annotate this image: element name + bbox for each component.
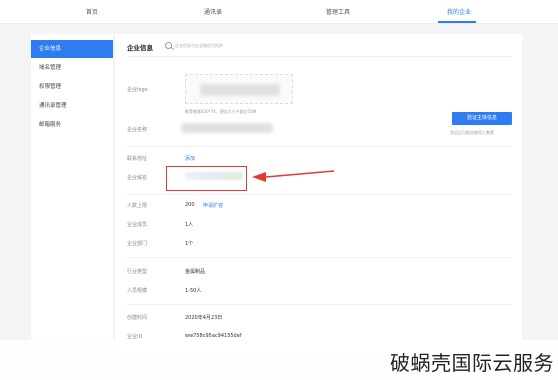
divider: [127, 304, 512, 305]
arrow-icon: [252, 170, 335, 182]
corpid-value: ww758c95ac94155def: [185, 333, 242, 339]
nav-home[interactable]: 首页: [86, 7, 98, 16]
logo-upload[interactable]: [185, 74, 293, 104]
scale-value: 1-50人: [185, 288, 202, 294]
sidebar-item-mail-service[interactable]: 邮箱服务: [31, 116, 113, 134]
section-title: 企业信息: [127, 44, 153, 52]
depts-value: 1个: [185, 241, 194, 247]
nav-admin-tools[interactable]: 管理工具: [326, 7, 350, 16]
industry-label: 行业类型: [127, 269, 148, 275]
nav-my-company[interactable]: 我的企业: [447, 7, 471, 16]
verify-hint: 验证后可报告使用人数等: [450, 130, 494, 135]
members-value: 1人: [185, 222, 194, 228]
divider: [127, 194, 512, 195]
company-name-value: [181, 123, 273, 133]
main-panel: 企业信息 企业信息与企业微信可同步 企业logo 推荐像素430*74，建议大小…: [115, 34, 522, 354]
apply-expand-link[interactable]: 申请扩容: [203, 202, 223, 209]
verify-entity-button[interactable]: 验证主体信息: [452, 112, 512, 125]
top-nav: 首页 通讯录 管理工具 我的企业: [0, 0, 558, 24]
sidebar-item-company-info[interactable]: 企业信息: [31, 40, 113, 58]
highlight-box: [166, 166, 247, 191]
scale-label: 人员规模: [127, 288, 148, 294]
search-hint: 企业信息与企业微信可同步: [175, 43, 223, 48]
created-value: 2020年4月23日: [185, 315, 223, 321]
nav-contacts[interactable]: 通讯录: [204, 7, 222, 16]
domain-label: 企业域名: [127, 175, 148, 181]
sidebar-item-domain[interactable]: 域名管理: [31, 59, 113, 77]
name-label: 企业名称: [127, 127, 148, 133]
watermark-banner: 破蜗壳国际云服务: [0, 340, 558, 380]
divider: [127, 257, 512, 258]
sidebar-item-permissions[interactable]: 权限管理: [31, 78, 113, 96]
search-icon[interactable]: [165, 42, 172, 49]
corpid-label: 企业ID: [127, 334, 143, 340]
depts-label: 企业部门: [127, 241, 148, 247]
logo-image: [200, 84, 280, 96]
sidebar: 企业信息 域名管理 权限管理 通讯录管理 邮箱服务: [31, 34, 113, 340]
title-divider: [127, 56, 512, 57]
logo-label: 企业logo: [127, 87, 148, 93]
watermark-text: 破蜗壳国际云服务: [390, 351, 554, 375]
contact-label: 联系地址: [127, 156, 148, 162]
add-contact-link[interactable]: 添加: [185, 155, 195, 162]
nav-active-underline: [438, 21, 476, 23]
logo-hint: 推荐像素430*74，建议大小不超过50M: [185, 109, 257, 114]
divider: [127, 146, 512, 147]
sidebar-item-contacts-mgmt[interactable]: 通讯录管理: [31, 97, 113, 115]
created-label: 创建时间: [127, 315, 148, 321]
limit-value: 200: [185, 202, 195, 208]
industry-value: 金属制品: [185, 269, 206, 275]
limit-label: 人数上限: [127, 203, 148, 209]
members-label: 企业成员: [127, 222, 148, 228]
